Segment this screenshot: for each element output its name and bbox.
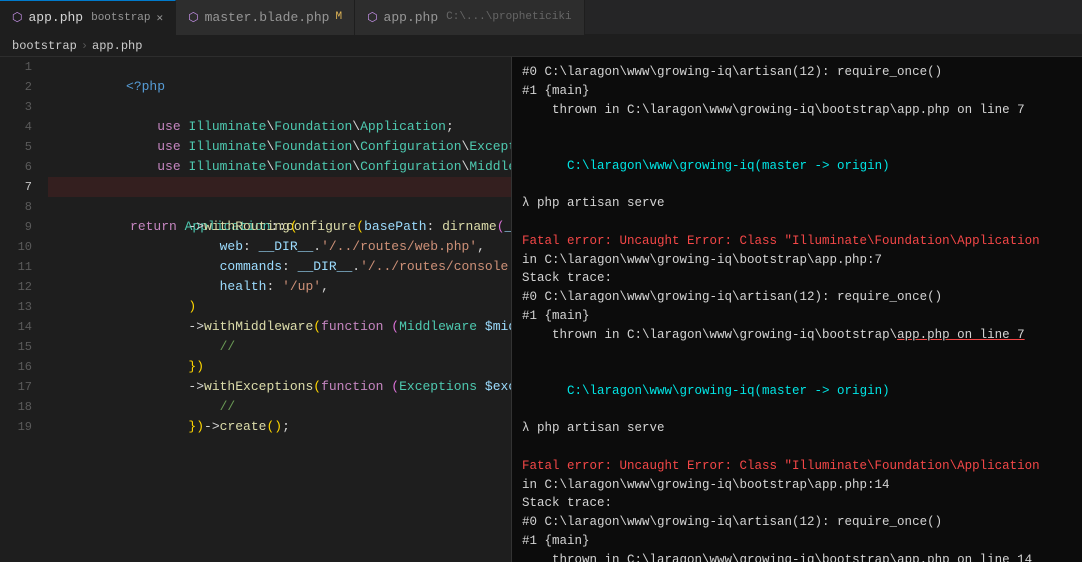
line-num-5: 5 (8, 137, 32, 157)
code-line-12: ) (48, 277, 511, 297)
terminal-line: #0 C:\laragon\www\growing-iq\artisan(12)… (522, 288, 1072, 307)
tab-app-php-bootstrap[interactable]: ⬡ app.php bootstrap ✕ (0, 0, 176, 35)
terminal-prompt-2: C:\laragon\www\growing-iq(master -> orig… (522, 363, 1072, 419)
terminal-line: #1 {main} (522, 82, 1072, 101)
code-line-18: })->create(); (48, 397, 511, 417)
blade-icon: ⬡ (188, 10, 198, 25)
line-num-10: 10 (8, 237, 32, 257)
code-line-1: <?php (48, 57, 511, 77)
terminal-cmd-2: λ php artisan serve (522, 419, 1072, 438)
terminal-spacer (522, 344, 1072, 363)
terminal-line: in C:\laragon\www\growing-iq\bootstrap\a… (522, 251, 1072, 270)
line-num-1: 1 (8, 57, 32, 77)
terminal-cmd-1: λ php artisan serve (522, 194, 1072, 213)
tab-label-app-php: app.php (28, 10, 83, 25)
line-num-16: 16 (8, 357, 32, 377)
code-line-3: use Illuminate\Foundation\Application; (48, 97, 511, 117)
code-line-2 (48, 77, 511, 97)
terminal-line: #1 {main} (522, 307, 1072, 326)
terminal-line: Stack trace: (522, 494, 1072, 513)
line-num-2: 2 (8, 77, 32, 97)
code-line-17: // (48, 377, 511, 397)
terminal-path: C:\laragon\www\growing-iq(master -> orig… (567, 159, 890, 173)
tab-label-master-blade: master.blade.php (205, 10, 330, 25)
line-num-18: 18 (8, 397, 32, 417)
line-num-12: 12 (8, 277, 32, 297)
line-num-4: 4 (8, 117, 32, 137)
breadcrumb-item-bootstrap[interactable]: bootstrap (12, 39, 77, 53)
editor-panel: 1 2 3 4 5 6 7 8 9 10 11 12 13 14 15 16 1… (0, 57, 512, 562)
tab-close-button[interactable]: ✕ (157, 11, 164, 25)
code-line-4: use Illuminate\Foundation\Configuration\… (48, 117, 511, 137)
line-num-11: 11 (8, 257, 32, 277)
php-icon: ⬡ (12, 10, 22, 25)
code-line-9: web: __DIR__.'/../routes/web.php', (48, 217, 511, 237)
terminal-prompt-1: C:\laragon\www\growing-iq(master -> orig… (522, 138, 1072, 194)
terminal-line: in C:\laragon\www\growing-iq\bootstrap\a… (522, 476, 1072, 495)
terminal-spacer (522, 438, 1072, 457)
line-num-14: 14 (8, 317, 32, 337)
code-line-16: ->withExceptions(function (Exceptions $e… (48, 357, 511, 377)
code-line-14: // (48, 317, 511, 337)
terminal-line: #0 C:\laragon\www\growing-iq\artisan(12)… (522, 513, 1072, 532)
code-lines: <?php use Illuminate\Foundation\Applicat… (40, 57, 511, 562)
line-num-8: 8 (8, 197, 32, 217)
code-line-10: commands: __DIR__.'/../routes/console.ph… (48, 237, 511, 257)
code-line-6 (48, 157, 511, 177)
code-line-19 (48, 417, 511, 437)
line-num-9: 9 (8, 217, 32, 237)
terminal-error-2: Fatal error: Uncaught Error: Class "Illu… (522, 457, 1072, 476)
terminal-line: thrown in C:\laragon\www\growing-iq\boot… (522, 551, 1072, 562)
code-line-8: ->withRouting( (48, 197, 511, 217)
code-line-15: }) (48, 337, 511, 357)
code-line-13: ->withMiddleware(function (Middleware $m… (48, 297, 511, 317)
code-line-11: health: '/up', (48, 257, 511, 277)
terminal-path: C:\laragon\www\growing-iq(master -> orig… (567, 384, 890, 398)
breadcrumb-item-app-php[interactable]: app.php (92, 39, 142, 53)
main-content: 1 2 3 4 5 6 7 8 9 10 11 12 13 14 15 16 1… (0, 57, 1082, 562)
code-area: 1 2 3 4 5 6 7 8 9 10 11 12 13 14 15 16 1… (0, 57, 511, 562)
terminal-spacer (522, 119, 1072, 138)
terminal-line: Stack trace: (522, 269, 1072, 288)
line-num-6: 6 (8, 157, 32, 177)
line-num-19: 19 (8, 417, 32, 437)
line-num-17: 17 (8, 377, 32, 397)
terminal-spacer (522, 213, 1072, 232)
terminal-error-1: Fatal error: Uncaught Error: Class "Illu… (522, 232, 1072, 251)
line-num-13: 13 (8, 297, 32, 317)
line-num-7: 7 (8, 177, 32, 197)
terminal-line: thrown in C:\laragon\www\growing-iq\boot… (522, 326, 1072, 345)
code-line-7: ➜ return Application::configure(basePath… (48, 177, 511, 197)
terminal-line: #0 C:\laragon\www\growing-iq\artisan(12)… (522, 63, 1072, 82)
breadcrumb-separator: › (81, 39, 88, 53)
tab-bar: ⬡ app.php bootstrap ✕ ⬡ master.blade.php… (0, 0, 1082, 35)
line-numbers: 1 2 3 4 5 6 7 8 9 10 11 12 13 14 15 16 1… (0, 57, 40, 562)
terminal-line: thrown in C:\laragon\www\growing-iq\boot… (522, 101, 1072, 120)
tab-label-app-php-2: app.php (384, 10, 439, 25)
php-icon-2: ⬡ (367, 10, 377, 25)
breadcrumb: bootstrap › app.php (0, 35, 1082, 57)
terminal-line: #1 {main} (522, 532, 1072, 551)
tab-master-blade[interactable]: ⬡ master.blade.php M (176, 0, 355, 35)
line-num-3: 3 (8, 97, 32, 117)
tab-path: C:\...\propheticiki (446, 11, 571, 23)
tab-framework: bootstrap (91, 12, 150, 24)
code-line-5: use Illuminate\Foundation\Configuration\… (48, 137, 511, 157)
tab-app-php-propheticiki[interactable]: ⬡ app.php C:\...\propheticiki (355, 0, 585, 35)
line-num-15: 15 (8, 337, 32, 357)
tab-modified-indicator: M (335, 11, 342, 23)
terminal-underline: app.php on line 7 (897, 328, 1025, 342)
terminal-panel[interactable]: #0 C:\laragon\www\growing-iq\artisan(12)… (512, 57, 1082, 562)
